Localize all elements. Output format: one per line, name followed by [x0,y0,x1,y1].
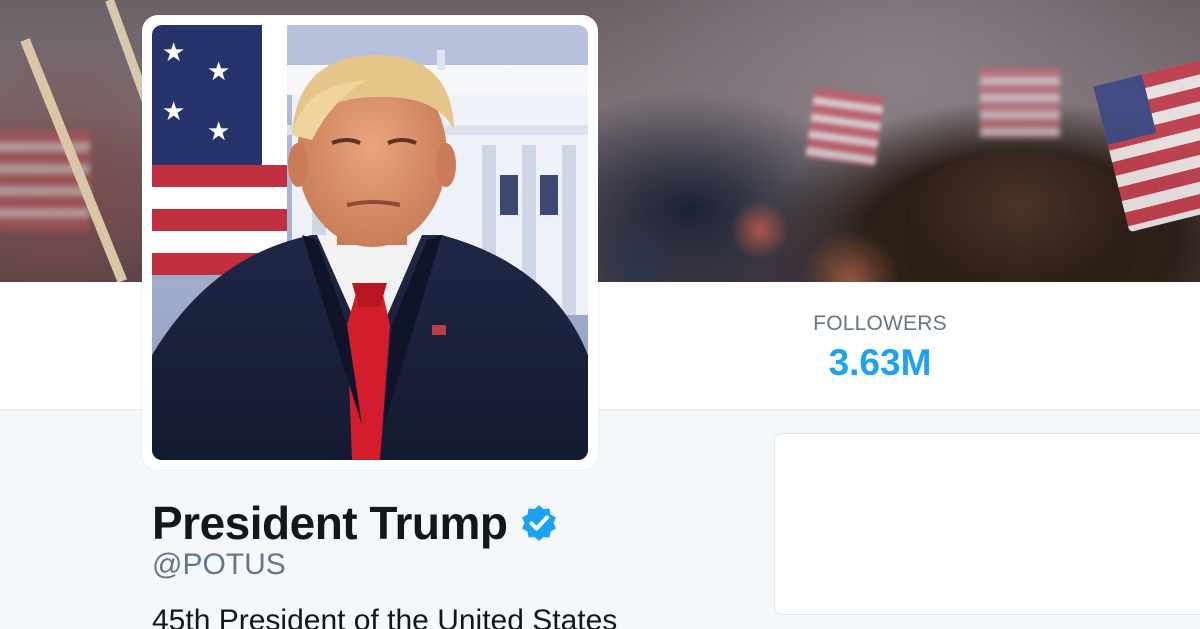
profile-name-row: President Trump [152,496,559,550]
svg-text:★: ★ [162,38,185,68]
followers-label: FOLLOWERS [813,312,947,335]
side-card [774,433,1200,615]
svg-text:★: ★ [162,97,185,127]
svg-text:★: ★ [207,57,230,87]
followers-stat-link[interactable]: FOLLOWERS 3.63M [790,312,970,384]
profile-bio: 45th President of the United States [152,604,618,629]
followers-count: 3.63M [828,342,932,383]
verified-badge-icon [522,505,557,541]
avatar[interactable]: ★ ★ ★ ★ [152,25,588,460]
profile-page: FOLLOWERS 3.63M ★ ★ ★ ★ President Trump … [0,0,1200,629]
svg-text:★: ★ [207,117,230,147]
avatar-photo: ★ ★ ★ ★ [152,25,588,460]
profile-handle[interactable]: @POTUS [152,548,286,582]
avatar-frame: ★ ★ ★ ★ [142,15,598,470]
profile-name[interactable]: President Trump [152,496,508,550]
